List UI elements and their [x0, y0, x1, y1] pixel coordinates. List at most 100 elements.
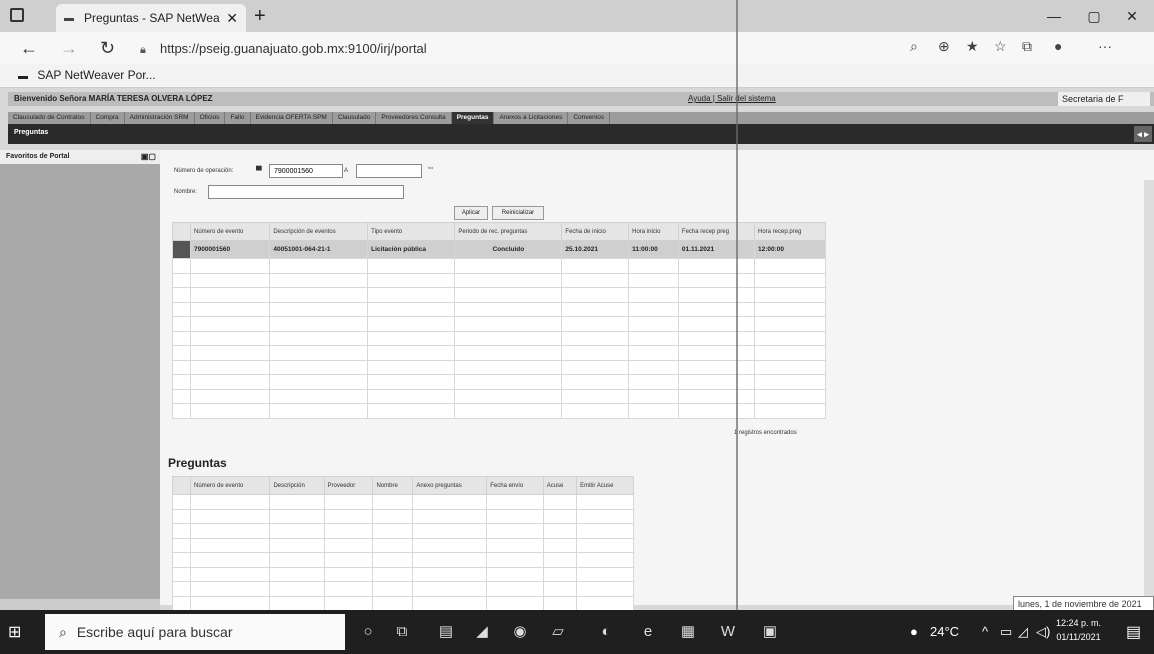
photos-icon[interactable]: ▦ [676, 620, 700, 644]
column-header[interactable]: Fecha recep preg [677, 222, 756, 241]
nav-tab-clausulado[interactable]: Clausulado [333, 112, 377, 124]
column-header[interactable]: Anexo preguntas [412, 476, 488, 495]
table-row[interactable] [172, 388, 826, 404]
table-row[interactable] [172, 374, 826, 390]
table-row[interactable] [172, 552, 634, 568]
row-selector[interactable] [172, 508, 191, 524]
row-selector[interactable] [172, 258, 191, 274]
edit-app-icon[interactable]: ◢ [470, 620, 494, 644]
table-row[interactable] [172, 508, 634, 524]
column-header[interactable]: Nombre [372, 476, 414, 495]
favorite-link[interactable]: SAP NetWeaver Por... [37, 68, 155, 82]
table-row[interactable] [172, 287, 826, 303]
row-selector[interactable] [172, 494, 191, 510]
table-row[interactable] [172, 359, 826, 375]
weather-icon[interactable]: ● [910, 624, 918, 639]
close-window-button[interactable]: ✕ [1114, 4, 1150, 28]
column-header[interactable]: Periodo de rec. preguntas [454, 222, 563, 241]
value-help-icon[interactable]: ⇔ [426, 162, 435, 172]
table-row[interactable] [172, 301, 826, 317]
table-row[interactable] [172, 316, 826, 332]
browser-tab[interactable]: ▬ Preguntas - SAP NetWeaver Port ✕ [56, 4, 246, 32]
minimize-button[interactable]: — [1036, 4, 1072, 28]
nav-tab-compra[interactable]: Compra [91, 112, 125, 124]
column-header[interactable]: Hora inicio [628, 222, 679, 241]
row-selector[interactable] [172, 345, 191, 361]
nav-tab-fallo[interactable]: Fallo [225, 112, 251, 124]
table-row[interactable] [172, 494, 634, 510]
subnav-preguntas[interactable]: Preguntas [14, 129, 48, 136]
row-selector[interactable] [172, 552, 191, 568]
table-row[interactable] [172, 537, 634, 553]
table-row[interactable] [172, 258, 826, 274]
row-selector[interactable] [172, 316, 191, 332]
clock[interactable]: 12:24 p. m. 01/11/2021 [1056, 616, 1101, 644]
row-selector[interactable] [172, 566, 191, 582]
table-row[interactable] [172, 523, 634, 539]
column-header[interactable]: Hora recep.preg [754, 222, 826, 241]
tray-chevron-icon[interactable]: ^ [982, 624, 988, 639]
column-header[interactable]: Proveedor [323, 476, 374, 495]
star-icon[interactable]: ★ [966, 38, 979, 55]
column-header[interactable]: Emitir Acuse [576, 476, 634, 495]
read-aloud-icon[interactable]: ⌕ [910, 38, 918, 55]
help-logout-links[interactable]: Ayuda | Salir del sistema [688, 94, 776, 103]
nav-tab-evidencia-oferta-spm[interactable]: Evidencia OFERTA SPM [251, 112, 333, 124]
column-header[interactable]: Acuse [542, 476, 578, 495]
column-header[interactable]: Fecha de inicio [561, 222, 630, 241]
nav-tab-anexos-a-licitaciones[interactable]: Anexos a Licitaciones [494, 112, 569, 124]
task-view-icon[interactable]: ⧉ [390, 620, 414, 644]
row-selector[interactable] [172, 287, 191, 303]
column-header[interactable]: Número de evento [189, 222, 271, 241]
network-icon[interactable]: ◿ [1018, 624, 1028, 640]
zoom-icon[interactable]: ⊕ [938, 38, 950, 55]
nav-arrows-icon[interactable]: ◂ ▸ [1134, 126, 1152, 142]
calendar-icon[interactable]: ▀ [256, 166, 262, 175]
url-field[interactable]: 🔒︎ https://pseig.guanajuato.gob.mx:9100/i… [140, 38, 900, 60]
row-selector[interactable] [172, 403, 191, 419]
more-icon[interactable]: ··· [1098, 38, 1112, 54]
favorites-icon[interactable]: ☆ [994, 38, 1007, 55]
notifications-icon[interactable]: ▤ [1126, 622, 1141, 642]
table-row[interactable] [172, 330, 826, 346]
column-header[interactable]: Descripción [269, 476, 325, 495]
maximize-button[interactable]: ▢ [1076, 4, 1112, 28]
row-selector[interactable] [172, 272, 191, 288]
row-selector[interactable] [172, 301, 191, 317]
tab-close-icon[interactable]: ✕ [226, 10, 238, 27]
row-selector[interactable] [172, 581, 191, 597]
collections-icon[interactable]: ⧉ [1022, 38, 1032, 55]
mail-icon[interactable]: ▱ [546, 620, 570, 644]
row-selector[interactable] [172, 240, 191, 259]
table-row[interactable]: 7900001560 40051001-064-21-1 Licitación pú… [172, 240, 826, 259]
table-row[interactable] [172, 403, 826, 419]
windows-start-icon[interactable]: ⊞ [8, 622, 21, 642]
column-header[interactable]: Número de evento [189, 476, 271, 495]
word-icon[interactable]: W [716, 620, 740, 644]
refresh-icon[interactable]: ↻ [100, 36, 115, 60]
row-selector[interactable] [172, 523, 191, 539]
nav-tab-proveedores-consulta[interactable]: Proveedores Consulta [376, 112, 452, 124]
apply-button[interactable]: Aplicar [454, 206, 488, 220]
taskbar-search[interactable]: ⌕ Escribe aquí para buscar [45, 614, 345, 650]
lock-app-icon[interactable]: ▣ [758, 620, 782, 644]
row-selector[interactable] [172, 595, 191, 611]
column-header[interactable]: Fecha envío [486, 476, 544, 495]
nav-tab-administraci-n-srm[interactable]: Administración SRM [125, 112, 195, 124]
column-header[interactable]: Tipo evento [367, 222, 456, 241]
nav-tab-oficios[interactable]: Oficios [195, 112, 226, 124]
nav-tab-preguntas[interactable]: Preguntas [451, 112, 495, 124]
reset-button[interactable]: Reinicializar [492, 206, 544, 220]
back-icon[interactable]: ← [20, 36, 38, 60]
cortana-icon[interactable]: ○ [356, 620, 380, 644]
row-selector[interactable] [172, 388, 191, 404]
profile-icon[interactable]: ● [1054, 38, 1062, 54]
temperature[interactable]: 24°C [930, 624, 959, 639]
table-row[interactable] [172, 566, 634, 582]
row-selector[interactable] [172, 359, 191, 375]
edge-icon[interactable]: ◐ [594, 620, 618, 644]
row-selector[interactable] [172, 537, 191, 553]
forward-icon[interactable]: → [60, 36, 78, 60]
chrome-icon[interactable]: ◉ [508, 620, 532, 644]
op-number-input[interactable] [269, 164, 343, 178]
